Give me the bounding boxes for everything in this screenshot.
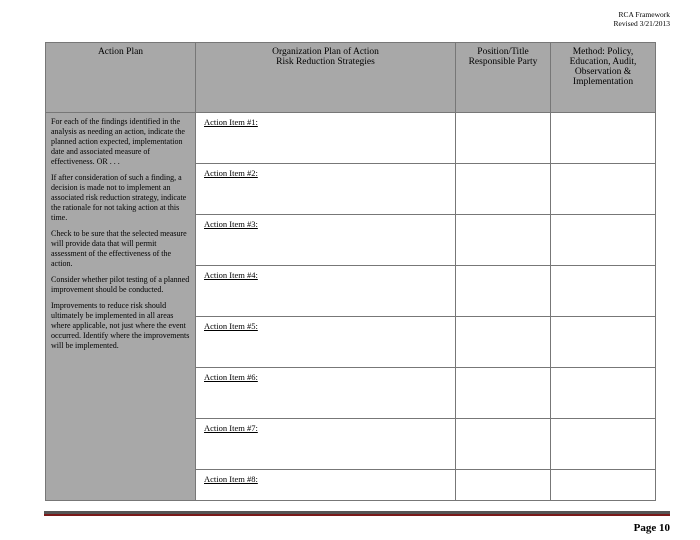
action-item-label: Action Item #8: [200, 472, 451, 486]
action-plan-table-wrap: Action Plan Organization Plan of Action … [45, 42, 655, 501]
col-header-organization: Organization Plan of Action Risk Reducti… [196, 43, 456, 113]
action-item-label: Action Item #3: [200, 217, 451, 231]
party-cell [456, 419, 551, 470]
action-item-cell: Action Item #4: [196, 266, 456, 317]
action-item-cell: Action Item #5: [196, 317, 456, 368]
method-cell [551, 317, 656, 368]
col-header-method: Method: Policy, Education, Audit, Observ… [551, 43, 656, 113]
action-item-cell: Action Item #2: [196, 164, 456, 215]
instruction-p2: If after consideration of such a finding… [51, 173, 190, 223]
action-item-label: Action Item #1: [200, 115, 451, 129]
table-row: For each of the findings identified in t… [46, 113, 656, 164]
table-header-row: Action Plan Organization Plan of Action … [46, 43, 656, 113]
page-number: Page 10 [634, 522, 670, 534]
instruction-p1: For each of the findings identified in t… [51, 117, 190, 167]
party-cell [456, 470, 551, 501]
doc-header: RCA Framework Revised 3/21/2013 [614, 10, 670, 28]
party-cell [456, 215, 551, 266]
party-cell [456, 164, 551, 215]
doc-title: RCA Framework [614, 10, 670, 19]
method-cell [551, 113, 656, 164]
method-cell [551, 164, 656, 215]
party-cell [456, 368, 551, 419]
instruction-p5: Improvements to reduce risk should ultim… [51, 301, 190, 351]
method-cell [551, 368, 656, 419]
action-item-cell: Action Item #6: [196, 368, 456, 419]
method-cell [551, 266, 656, 317]
action-item-cell: Action Item #8: [196, 470, 456, 501]
action-plan-table: Action Plan Organization Plan of Action … [45, 42, 656, 501]
footer-rule [44, 511, 670, 516]
action-item-cell: Action Item #1: [196, 113, 456, 164]
party-cell [456, 266, 551, 317]
instruction-p4: Consider whether pilot testing of a plan… [51, 275, 190, 295]
action-item-label: Action Item #7: [200, 421, 451, 435]
col-header-plan: Action Plan [46, 43, 196, 113]
method-cell [551, 470, 656, 501]
action-item-label: Action Item #2: [200, 166, 451, 180]
instructions-cell: For each of the findings identified in t… [46, 113, 196, 501]
col-header-party: Position/Title Responsible Party [456, 43, 551, 113]
instruction-p3: Check to be sure that the selected measu… [51, 229, 190, 269]
method-cell [551, 419, 656, 470]
action-item-label: Action Item #4: [200, 268, 451, 282]
action-item-cell: Action Item #3: [196, 215, 456, 266]
party-cell [456, 113, 551, 164]
action-item-cell: Action Item #7: [196, 419, 456, 470]
doc-revised: Revised 3/21/2013 [614, 19, 670, 28]
method-cell [551, 215, 656, 266]
action-item-label: Action Item #5: [200, 319, 451, 333]
action-item-label: Action Item #6: [200, 370, 451, 384]
party-cell [456, 317, 551, 368]
